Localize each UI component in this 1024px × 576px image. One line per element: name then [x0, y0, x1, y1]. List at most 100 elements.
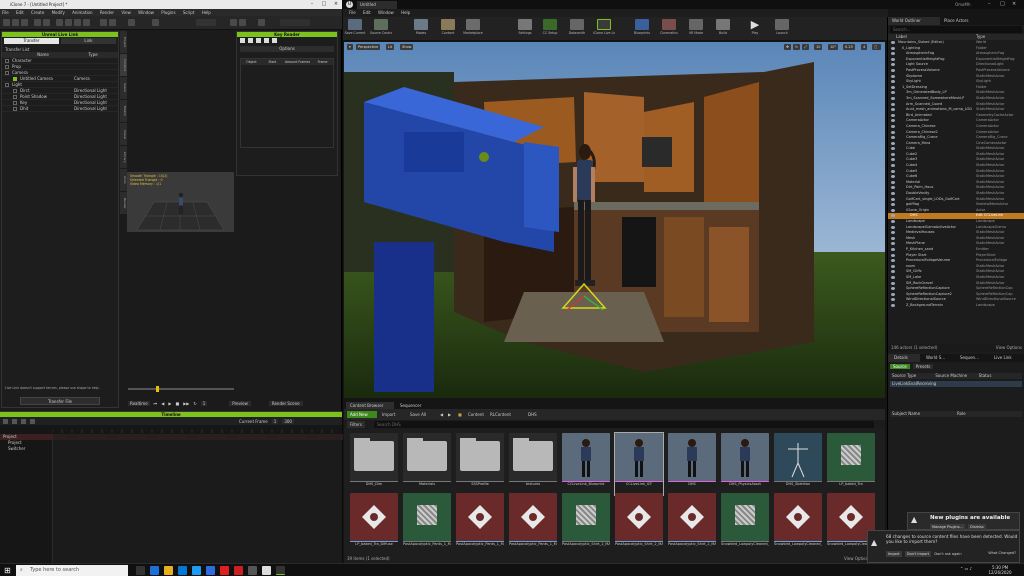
- visibility-icon[interactable]: [891, 52, 895, 56]
- blueprints-button[interactable]: Blueprints: [631, 18, 653, 40]
- scale-icon[interactable]: [83, 19, 90, 26]
- quality-dropdown[interactable]: [196, 19, 216, 26]
- visibility-icon[interactable]: [891, 192, 895, 196]
- side-tab[interactable]: Project: [120, 31, 127, 53]
- visibility-icon[interactable]: [891, 275, 895, 279]
- menu-help[interactable]: Help: [401, 10, 410, 15]
- checkbox[interactable]: [13, 89, 17, 93]
- frame-field[interactable]: 1: [200, 401, 208, 406]
- acrobat-icon[interactable]: [220, 566, 229, 575]
- dont-ask-checkbox[interactable]: Don't ask again: [934, 552, 961, 556]
- side-tab[interactable]: Scene: [120, 77, 127, 99]
- level-viewport[interactable]: ▾ Perspective Lit Show ✥ ↻ ⤢ 10 10° 0.25…: [344, 42, 885, 398]
- visibility-icon[interactable]: [891, 247, 895, 251]
- visibility-icon[interactable]: [891, 158, 895, 162]
- rotate-icon[interactable]: [74, 19, 81, 26]
- modes-button[interactable]: Modes: [410, 18, 432, 40]
- select-icon[interactable]: [56, 19, 63, 26]
- visibility-icon[interactable]: [891, 208, 895, 212]
- side-tab[interactable]: Visual: [120, 123, 127, 145]
- gear-icon[interactable]: [264, 38, 269, 43]
- visibility-icon[interactable]: [891, 57, 895, 61]
- visibility-icon[interactable]: [891, 236, 895, 240]
- preview-icon[interactable]: [152, 19, 159, 26]
- tab-content-browser[interactable]: Content Browser: [346, 402, 394, 409]
- level-tab[interactable]: Untitled: [357, 1, 397, 9]
- tab-sequencer[interactable]: Sequencer: [396, 402, 436, 409]
- asset-tile[interactable]: PostApocalyptic_Pants_1_MAT_Pbr_Diffuse: [456, 493, 504, 555]
- save-icon[interactable]: [21, 19, 28, 26]
- visibility-icon[interactable]: [891, 108, 895, 112]
- breadcrumb-rlcontent[interactable]: RLContent: [490, 411, 511, 418]
- marketplace-button[interactable]: Marketplace: [462, 18, 484, 40]
- new-icon[interactable]: [3, 19, 10, 26]
- menu-edit[interactable]: Edit: [16, 10, 24, 15]
- visibility-icon[interactable]: [891, 186, 895, 190]
- menu-window[interactable]: Window: [378, 10, 394, 15]
- build-button[interactable]: Build: [712, 18, 734, 40]
- menu-script[interactable]: Script: [183, 10, 195, 15]
- preview-button[interactable]: Preview: [229, 401, 251, 406]
- play-icon[interactable]: ▶: [168, 401, 171, 406]
- visibility-icon[interactable]: [891, 91, 895, 95]
- visibility-icon[interactable]: [891, 287, 895, 291]
- store-icon[interactable]: [178, 566, 187, 575]
- asset-tile[interactable]: textures: [509, 433, 557, 495]
- tab-world-settings[interactable]: World S...: [920, 354, 954, 362]
- minimize-icon[interactable]: –: [306, 0, 318, 9]
- visibility-icon[interactable]: [891, 124, 895, 128]
- source-control-button[interactable]: Source Control: [370, 18, 392, 40]
- visibility-icon[interactable]: [891, 281, 895, 285]
- minimize-icon[interactable]: –: [988, 0, 991, 8]
- skip-start-icon[interactable]: ⏮: [154, 401, 158, 406]
- character-figure[interactable]: [176, 192, 186, 216]
- checkbox[interactable]: [13, 95, 17, 99]
- content-button[interactable]: Content: [437, 18, 459, 40]
- key-icon[interactable]: [12, 418, 17, 424]
- close-icon[interactable]: ×: [330, 0, 342, 9]
- visibility-icon[interactable]: [891, 270, 895, 274]
- back-icon[interactable]: ◀: [440, 411, 443, 418]
- dont-import-button[interactable]: Don't Import: [904, 551, 932, 557]
- checkbox[interactable]: [5, 59, 9, 63]
- source-row[interactable]: LiveLinkEvalReceiving: [890, 381, 1022, 387]
- outliner-search-input[interactable]: Search...: [890, 26, 1022, 33]
- visibility-icon[interactable]: [891, 298, 895, 302]
- transfer-file-button[interactable]: Transfer File: [20, 397, 100, 405]
- edge-icon[interactable]: [150, 566, 159, 575]
- prev-frame-icon[interactable]: ◀: [161, 401, 164, 406]
- grid-snap-value[interactable]: 10: [814, 44, 823, 50]
- visibility-icon[interactable]: [891, 214, 895, 218]
- realtime-dropdown[interactable]: Realtime: [128, 401, 150, 406]
- visibility-icon[interactable]: [891, 136, 895, 140]
- asset-tile[interactable]: CCLiveLink_ICF: [614, 432, 664, 496]
- visibility-icon[interactable]: [891, 169, 895, 173]
- visibility-icon[interactable]: [891, 175, 895, 179]
- whats-changed-link[interactable]: What Changed?: [988, 551, 1016, 555]
- visibility-icon[interactable]: [891, 303, 895, 307]
- breadcrumb-dhs[interactable]: DHS: [528, 411, 537, 418]
- lit-button[interactable]: Lit: [386, 44, 395, 50]
- playback-slider[interactable]: [128, 386, 234, 392]
- filters-dropdown[interactable]: Filters: [347, 421, 365, 428]
- outliner-row[interactable]: Z_BackgroundTerrain Landscape: [888, 303, 1024, 309]
- mail-icon[interactable]: [192, 566, 201, 575]
- camera-speed-value[interactable]: 4: [861, 44, 868, 50]
- datasmith-button[interactable]: Datasmith: [566, 18, 588, 40]
- asset-tile[interactable]: PostApocalyptic_Pants_1_MAT_Pbr_Normal: [509, 493, 557, 555]
- visibility-icon[interactable]: [891, 220, 895, 223]
- undo-icon[interactable]: [34, 19, 41, 26]
- search-assets-input[interactable]: Search DHS: [374, 421, 874, 428]
- menu-view[interactable]: View: [121, 10, 131, 15]
- vr-mode-button[interactable]: VR Mode: [685, 18, 707, 40]
- visibility-icon[interactable]: [891, 74, 895, 78]
- side-tab[interactable]: Modify: [120, 100, 127, 122]
- snap-icon[interactable]: [239, 19, 246, 26]
- asset-tile[interactable]: LP_baked_Tra_Diffuse: [350, 493, 398, 555]
- visibility-icon[interactable]: [891, 180, 895, 184]
- breadcrumb-content[interactable]: Content: [468, 411, 484, 418]
- asset-tile[interactable]: DHS_Dim: [350, 433, 398, 495]
- asset-tile[interactable]: Snowbird_LowpolyCleaned_baked_Tra_Diffus…: [774, 493, 822, 555]
- app-icon[interactable]: [248, 566, 257, 575]
- menu-window[interactable]: Window: [138, 10, 154, 15]
